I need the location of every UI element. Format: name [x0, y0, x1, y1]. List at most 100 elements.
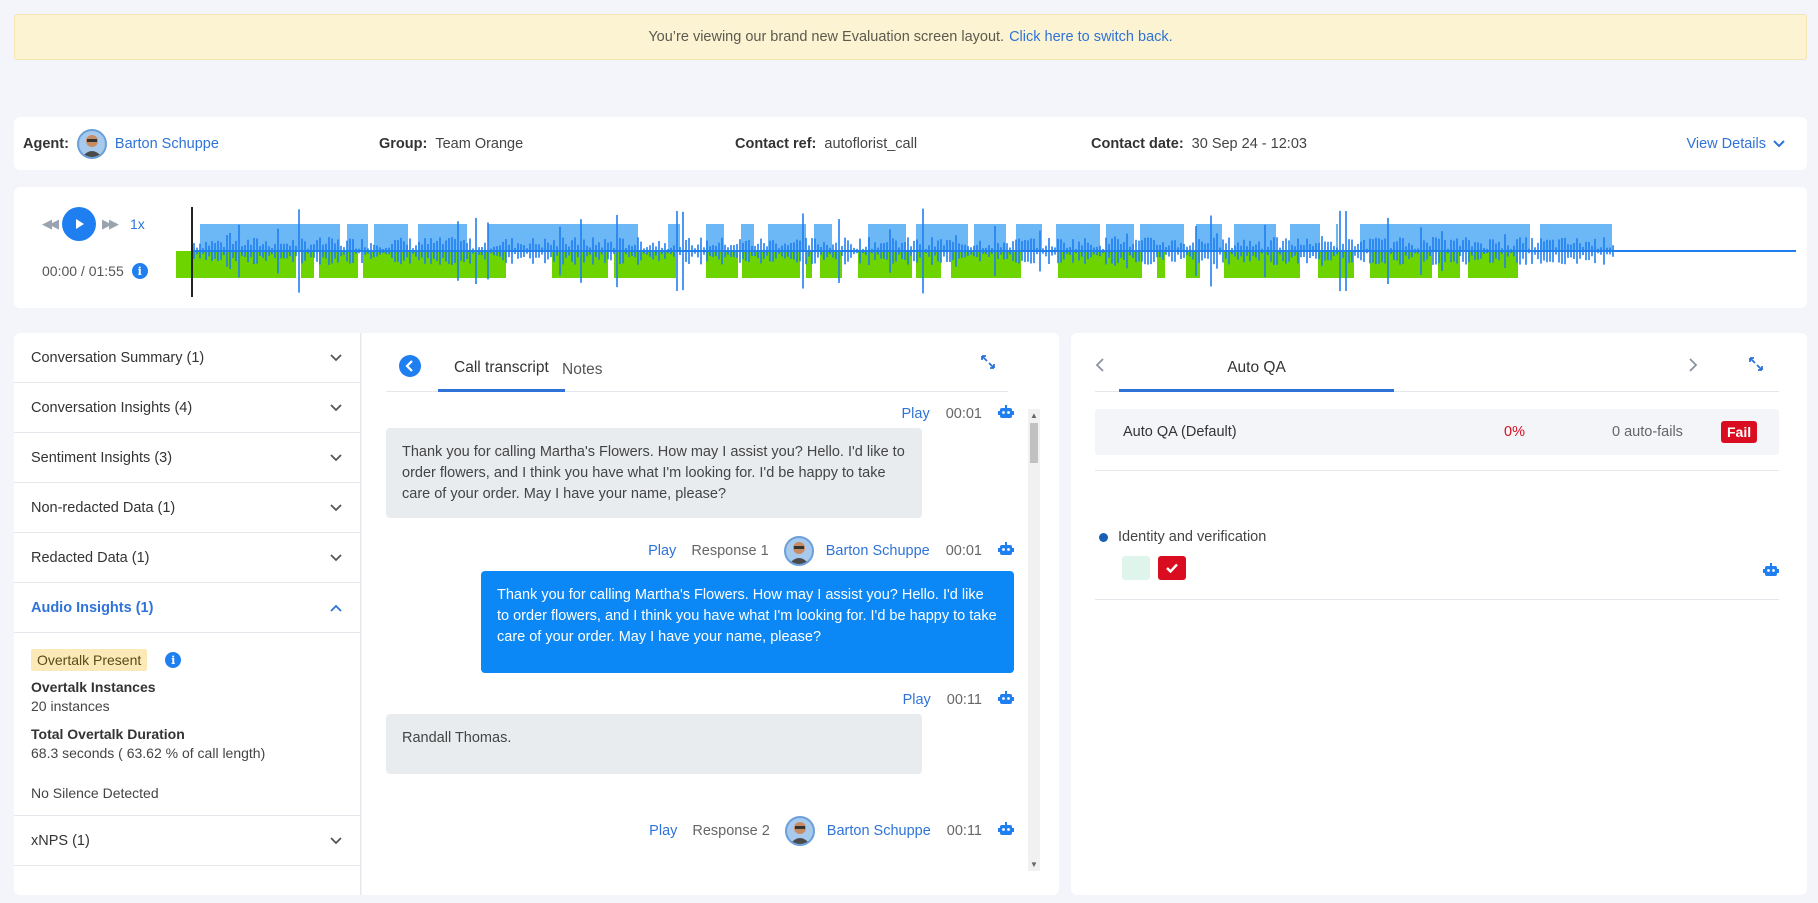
play-link[interactable]: Play	[901, 406, 929, 422]
accordion-non-redacted-data[interactable]: Non-redacted Data (1)	[14, 483, 360, 533]
overtalk-duration-value: 68.3 seconds ( 63.62 % of call length)	[31, 745, 266, 761]
message-time: 00:01	[945, 406, 982, 422]
info-icon[interactable]: i	[165, 652, 182, 668]
time-readout: 00:00 / 01:55	[42, 263, 124, 279]
checkmark-icon	[1166, 563, 1178, 573]
contact-ref-value: autoflorist_call	[824, 135, 918, 152]
message-time: 00:01	[945, 543, 982, 559]
play-button[interactable]	[62, 207, 96, 241]
fast-forward-icon[interactable]: ▶▶	[102, 216, 119, 232]
view-details-button[interactable]: View Details	[1686, 117, 1785, 170]
message-header: Play Response 1 Barton Schuppe 00:01	[648, 536, 1014, 566]
response-label: Response 1	[691, 543, 769, 559]
play-icon	[76, 219, 84, 229]
tab-call-transcript[interactable]: Call transcript	[438, 347, 565, 392]
chevron-down-icon	[330, 833, 342, 849]
robot-icon	[998, 822, 1014, 840]
message-header: Play 00:01	[901, 405, 1014, 423]
agent-avatar	[784, 816, 815, 846]
criterion-pass-option[interactable]	[1122, 556, 1150, 580]
accordion-label: Non-redacted Data (1)	[31, 499, 176, 516]
robot-icon	[998, 542, 1014, 560]
play-link[interactable]: Play	[903, 692, 931, 708]
accordion-conversation-insights[interactable]: Conversation Insights (4)	[14, 383, 360, 433]
transcript-panel: Call transcript Notes Play 00:01 Thank y…	[362, 333, 1059, 895]
play-link[interactable]: Play	[649, 823, 677, 839]
audio-insights-content: Overtalk Present i Overtalk Instances 20…	[14, 633, 360, 816]
auto-qa-summary-row[interactable]: Auto QA (Default) 0% 0 auto-fails Fail	[1095, 409, 1779, 455]
agent-name[interactable]: Barton Schuppe	[827, 823, 931, 839]
chevron-right-icon[interactable]	[1688, 357, 1698, 378]
accordion-audio-insights[interactable]: Audio Insights (1)	[14, 583, 360, 633]
divider	[1095, 470, 1779, 471]
accordion-label: Sentiment Insights (3)	[31, 449, 173, 466]
agent-label: Agent:	[23, 135, 69, 152]
criterion-fail-option[interactable]	[1158, 556, 1186, 580]
agent-name[interactable]: Barton Schuppe	[826, 543, 930, 559]
group-value: Team Orange	[435, 135, 524, 152]
response-label: Response 2	[692, 823, 770, 839]
agent-avatar	[76, 128, 107, 159]
overtalk-instances-value: 20 instances	[31, 698, 110, 714]
accordion-conversation-summary[interactable]: Conversation Summary (1)	[14, 333, 360, 383]
audio-player: ◀◀ ▶▶ 1x 00:00 / 01:55 i	[14, 187, 1807, 308]
message-header: Play Response 2 Barton Schuppe 00:11	[649, 816, 1014, 846]
qa-auto-fails: 0 auto-fails	[1612, 424, 1683, 440]
qa-tabs: Auto QA	[1095, 347, 1779, 392]
customer-message: Thank you for calling Martha's Flowers. …	[386, 428, 922, 518]
overtalk-badge: Overtalk Present	[31, 649, 148, 671]
scroll-up-icon[interactable]: ▲	[1030, 411, 1038, 420]
accordion-label: Redacted Data (1)	[31, 549, 150, 566]
transcript-tabs: Call transcript Notes	[386, 347, 1008, 392]
group-label: Group:	[379, 135, 428, 152]
robot-icon	[998, 405, 1014, 423]
transcript-list: Play 00:01 Thank you for calling Martha'…	[386, 405, 1026, 885]
accordion-xnps[interactable]: xNPS (1)	[14, 816, 360, 866]
contact-ref-info: Contact ref: autoflorist_call	[735, 117, 917, 170]
scroll-thumb[interactable]	[1030, 423, 1038, 463]
playback-time: 00:00 / 01:55 i	[42, 263, 148, 279]
bullet-icon	[1099, 532, 1108, 542]
contact-ref-label: Contact ref:	[735, 135, 817, 152]
chevron-down-icon	[330, 450, 342, 466]
accordion-redacted-data[interactable]: Redacted Data (1)	[14, 533, 360, 583]
contact-date-label: Contact date:	[1091, 135, 1184, 152]
criterion-row: Identity and verification	[1099, 529, 1266, 545]
qa-name: Auto QA (Default)	[1123, 424, 1237, 440]
rewind-icon[interactable]: ◀◀	[42, 216, 59, 232]
waveform[interactable]	[176, 207, 1796, 297]
auto-qa-panel: Auto QA Auto QA (Default) 0% 0 auto-fail…	[1071, 333, 1807, 895]
layout-banner: You’re viewing our brand new Evaluation …	[14, 14, 1807, 60]
divider	[1095, 599, 1779, 600]
contact-date-info: Contact date: 30 Sep 24 - 12:03	[1091, 117, 1307, 170]
chevron-left-icon[interactable]	[1095, 357, 1105, 378]
scroll-down-icon[interactable]: ▼	[1030, 860, 1038, 869]
chevron-left-icon	[405, 360, 413, 372]
tab-notes[interactable]: Notes	[548, 347, 617, 392]
play-link[interactable]: Play	[648, 543, 676, 559]
switch-back-link[interactable]: Click here to switch back.	[1009, 29, 1173, 45]
transcript-scrollbar[interactable]: ▲ ▼	[1028, 409, 1040, 871]
insights-panel: Conversation Summary (1) Conversation In…	[14, 333, 361, 895]
chevron-down-icon	[1773, 136, 1785, 152]
back-button[interactable]	[399, 355, 421, 377]
info-icon[interactable]: i	[131, 263, 148, 279]
message-time: 00:11	[946, 692, 982, 708]
expand-icon[interactable]	[1748, 356, 1764, 377]
accordion-label: Audio Insights (1)	[31, 599, 154, 616]
accordion-sentiment-insights[interactable]: Sentiment Insights (3)	[14, 433, 360, 483]
robot-icon	[1763, 563, 1779, 581]
message-header: Play 00:11	[903, 691, 1014, 709]
agent-message: Thank you for calling Martha's Flowers. …	[481, 571, 1014, 673]
agent-name-link[interactable]: Barton Schuppe	[115, 136, 219, 152]
criterion-label: Identity and verification	[1118, 529, 1267, 545]
chevron-down-icon	[330, 500, 342, 516]
customer-message: Randall Thomas.	[386, 714, 922, 774]
tab-auto-qa[interactable]: Auto QA	[1119, 347, 1394, 392]
expand-icon[interactable]	[980, 354, 996, 374]
playback-speed[interactable]: 1x	[130, 216, 145, 232]
accordion-label: Conversation Insights (4)	[31, 399, 193, 416]
overtalk-instances-title: Overtalk Instances	[31, 679, 156, 695]
accordion-label: xNPS (1)	[31, 832, 90, 849]
group-info: Group: Team Orange	[379, 117, 523, 170]
